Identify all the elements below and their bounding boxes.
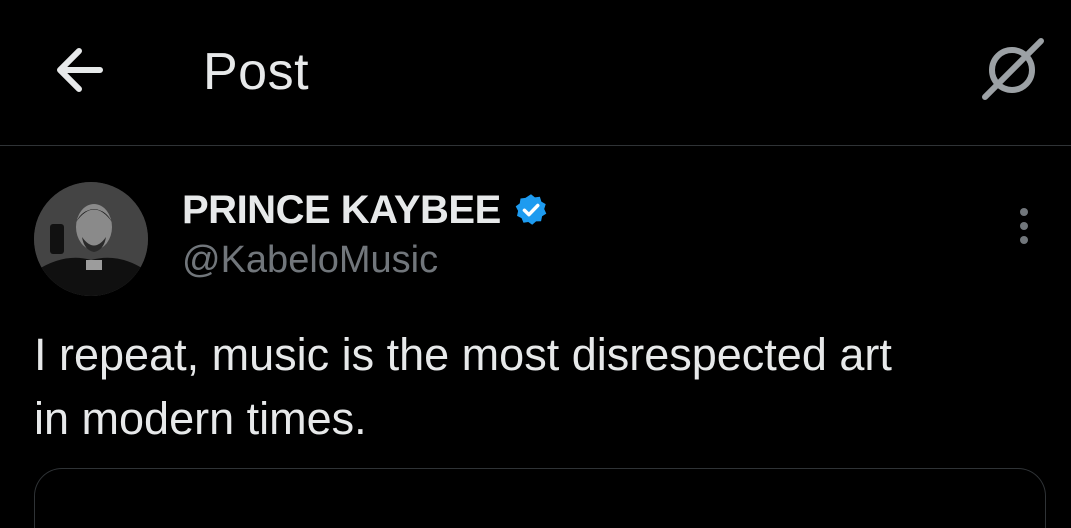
author-handle[interactable]: @KabeloMusic: [182, 235, 438, 285]
back-button[interactable]: [44, 38, 116, 102]
avatar-photo: [34, 182, 148, 296]
post-text: I repeat, music is the most disrespected…: [34, 329, 892, 444]
author-name[interactable]: PRINCE KAYBEE: [182, 185, 549, 235]
media-card[interactable]: [34, 468, 1046, 528]
post: PRINCE KAYBEE @KabeloMusic I repeat, mus…: [0, 147, 1071, 528]
top-app-bar: Post: [0, 0, 1071, 146]
page-title: Post: [203, 43, 310, 101]
more-options-button[interactable]: [1000, 202, 1048, 250]
grok-icon: [982, 38, 1044, 100]
more-vertical-icon: [1020, 208, 1028, 244]
avatar[interactable]: [34, 182, 148, 296]
arrow-left-icon: [57, 48, 103, 92]
verified-badge-icon: [513, 192, 549, 228]
author-display-name: PRINCE KAYBEE: [182, 188, 501, 232]
grok-button[interactable]: [972, 30, 1052, 110]
